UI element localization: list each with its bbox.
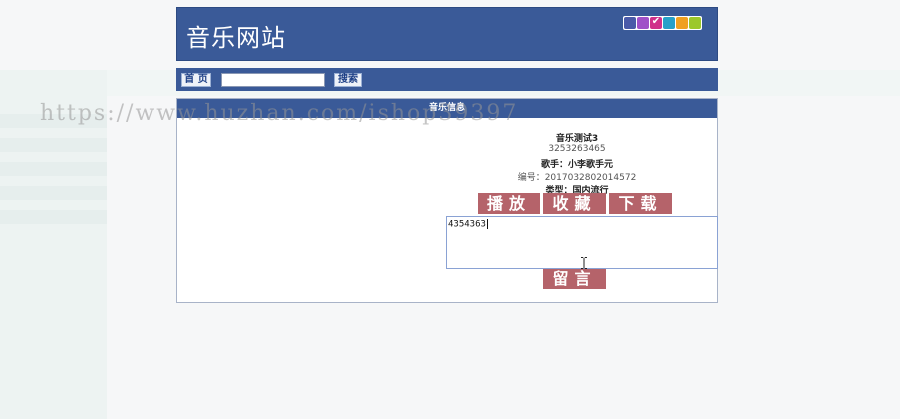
- sidebar-ghost-row: [0, 186, 107, 200]
- nav-bar: 首 页 搜索: [176, 68, 718, 91]
- sidebar-ghost-row: [0, 210, 107, 224]
- sidebar-ghost-row: [0, 162, 107, 176]
- theme-swatch-4[interactable]: [663, 17, 675, 29]
- theme-swatch-1[interactable]: [624, 17, 636, 29]
- sidebar-ghost-row: [0, 114, 107, 128]
- theme-swatch-5[interactable]: [676, 17, 688, 29]
- theme-swatch-2[interactable]: [637, 17, 649, 29]
- sidebar-ghost: [0, 70, 107, 419]
- theme-swatches: ✔: [623, 16, 702, 30]
- home-button[interactable]: 首 页: [181, 73, 211, 87]
- message-button[interactable]: 留言: [543, 269, 606, 289]
- sidebar-ghost-row: [0, 138, 107, 152]
- song-code: 编号：2017032802014572: [517, 173, 637, 183]
- comment-text: 4354363: [448, 219, 486, 230]
- site-title: 音乐网站: [186, 24, 286, 52]
- search-button[interactable]: 搜索: [334, 73, 362, 87]
- song-title: 音乐测试3: [555, 134, 599, 144]
- singer: 歌手：小李歌手元: [540, 160, 613, 170]
- play-button[interactable]: 播放: [478, 193, 540, 214]
- search-input[interactable]: [221, 73, 325, 87]
- check-icon: ✔: [651, 16, 661, 27]
- song-number: 3253263465: [548, 144, 606, 154]
- text-caret: [486, 219, 488, 229]
- text-cursor-icon: [581, 257, 587, 269]
- panel-title: 音乐信息: [177, 99, 717, 118]
- theme-swatch-3[interactable]: ✔: [650, 16, 662, 29]
- download-button[interactable]: 下载: [609, 193, 672, 214]
- favorite-button[interactable]: 收藏: [543, 193, 606, 214]
- site-header: 音乐网站 ✔: [176, 7, 718, 61]
- theme-swatch-6[interactable]: [689, 17, 701, 29]
